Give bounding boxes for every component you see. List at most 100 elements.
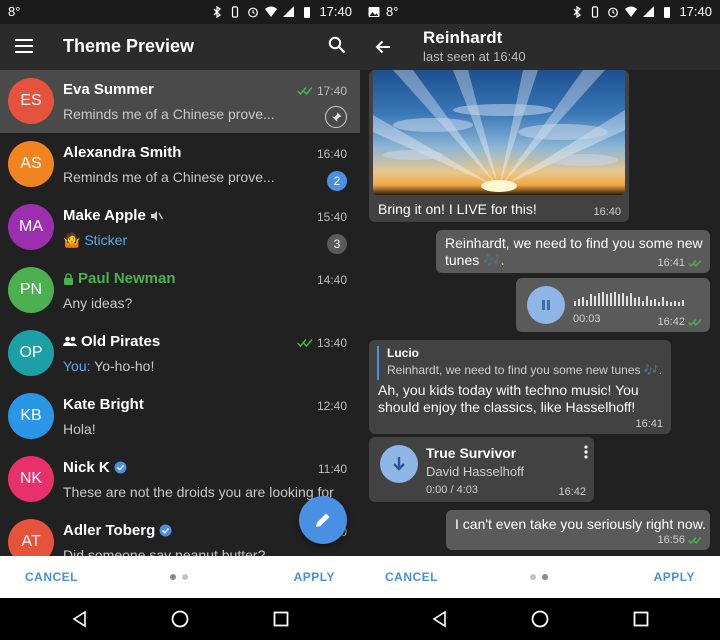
avatar-initials: KB	[20, 407, 42, 424]
avatar[interactable]: MA	[8, 204, 54, 250]
voice-message[interactable]: 00:03 16:42	[516, 278, 710, 332]
search-icon[interactable]	[328, 36, 346, 54]
chat-row[interactable]: KB Kate Bright 12:40 Hola!	[0, 385, 360, 448]
chat-name-wrap: Kate Bright	[63, 396, 144, 413]
double-check-icon	[688, 259, 702, 267]
photo-caption: Bring it on! I LIVE for this!	[378, 201, 537, 217]
avatar[interactable]: OP	[8, 330, 54, 376]
reply-message[interactable]: Lucio Reinhardt, we need to find you som…	[369, 340, 671, 434]
music-progress: 0:00 / 4:03	[426, 484, 478, 496]
avatar[interactable]: KB	[8, 393, 54, 439]
chat-time: 11:40	[317, 462, 347, 476]
photo-message[interactable]: Bring it on! I LIVE for this! 16:40	[369, 70, 629, 222]
page-dot-1	[530, 574, 536, 580]
chat-row[interactable]: OP Old Pirates 13:40 You: Yo-ho-ho!	[0, 322, 360, 385]
outgoing-message[interactable]: Reinhardt, we need to find you some new …	[436, 230, 710, 273]
vibrate-icon	[232, 5, 239, 18]
back-arrow-icon[interactable]	[374, 38, 392, 56]
avatar-initials: AS	[20, 155, 42, 172]
double-check-icon	[296, 87, 313, 96]
message-list: Bring it on! I LIVE for this! 16:40 Rein…	[360, 70, 720, 556]
recents-nav-icon[interactable]	[271, 609, 291, 629]
apply-button[interactable]: APPLY	[654, 570, 695, 584]
wifi-icon	[265, 6, 278, 17]
chat-row[interactable]: AS Alexandra Smith 16:40 Reminds me of a Ch…	[0, 133, 360, 196]
chat-name-wrap: Adler Toberg	[63, 522, 172, 539]
message-time: 16:42	[657, 316, 685, 328]
pause-button[interactable]	[527, 286, 565, 324]
chat-time-wrap: 11:40	[318, 462, 347, 476]
chat-preview: Any ideas?	[63, 295, 133, 311]
verified-icon	[114, 461, 127, 474]
hamburger-menu-icon[interactable]	[15, 39, 33, 53]
double-check-icon	[688, 536, 702, 544]
chat-name: Nick K	[63, 459, 110, 476]
chat-preview-wrap: You: Yo-ho-ho!	[63, 358, 348, 374]
chat-row[interactable]: ES Eva Summer 17:40 Reminds me of a Chinese…	[0, 70, 360, 133]
status-bar: 8° 17:40	[360, 0, 720, 24]
avatar[interactable]: AT	[8, 519, 54, 556]
chat-name: Alexandra Smith	[63, 144, 182, 161]
chat-name-wrap: Nick K	[63, 459, 127, 476]
chat-time: 17:40	[316, 84, 347, 98]
sunset-photo[interactable]	[373, 70, 625, 195]
compose-button[interactable]	[299, 496, 347, 544]
page-indicator	[530, 574, 548, 580]
avatar[interactable]: ES	[8, 78, 54, 124]
chat-time-wrap: 13:40	[296, 336, 347, 350]
avatar[interactable]: PN	[8, 267, 54, 313]
message-text: Ah, you kids today with techno music! Yo…	[378, 382, 639, 415]
system-nav-bar	[360, 598, 720, 640]
status-clock: 17:40	[319, 4, 352, 19]
double-check-icon	[688, 318, 702, 326]
chat-preview-wrap: Did someone say peanut butter?	[63, 547, 348, 556]
recents-nav-icon[interactable]	[631, 609, 651, 629]
page-indicator	[170, 574, 188, 580]
chat-preview: Sticker	[84, 232, 128, 248]
page-dot-2	[542, 574, 548, 580]
avatar-initials: OP	[19, 344, 43, 361]
message-text: I can't even take you seriously right no…	[455, 516, 706, 532]
chat-header: Reinhardt last seen at 16:40	[360, 24, 720, 70]
message-time: 16:41	[635, 418, 663, 430]
bluetooth-icon	[213, 5, 222, 18]
more-vert-icon[interactable]	[584, 445, 588, 459]
cancel-button[interactable]: CANCEL	[385, 570, 438, 584]
chat-title[interactable]: Reinhardt	[423, 28, 502, 48]
unread-count: 2	[333, 174, 341, 188]
home-nav-icon[interactable]	[170, 609, 190, 629]
home-nav-icon[interactable]	[530, 609, 550, 629]
bluetooth-icon	[573, 5, 582, 18]
chat-time: 12:40	[316, 399, 347, 413]
verified-icon	[159, 524, 172, 537]
alarm-icon	[248, 7, 259, 17]
group-icon	[63, 336, 77, 346]
chat-row[interactable]: PN Paul Newman 14:40 Any ideas?	[0, 259, 360, 322]
music-message[interactable]: True Survivor David Hasselhoff 0:00 / 4:…	[369, 437, 594, 502]
back-nav-icon[interactable]	[430, 609, 450, 629]
chat-time: 16:40	[316, 147, 347, 161]
status-bar: 8° 17:40	[0, 0, 360, 24]
chat-time: 15:40	[316, 210, 347, 224]
download-button[interactable]	[380, 445, 418, 483]
outgoing-message[interactable]: I can't even take you seriously right no…	[446, 510, 710, 550]
chat-time-wrap: 15:40	[317, 210, 347, 224]
bottom-action-bar: CANCEL APPLY	[360, 556, 720, 598]
chat-row[interactable]: MA Make Apple 15:40 🤷 Sticker 3	[0, 196, 360, 259]
avatar-initials: ES	[20, 92, 42, 109]
chat-preview-wrap: Reminds me of a Chinese prove...	[63, 169, 348, 185]
avatar[interactable]: AS	[8, 141, 54, 187]
chat-preview-wrap: Any ideas?	[63, 295, 348, 311]
avatar[interactable]: NK	[8, 456, 54, 502]
apply-button[interactable]: APPLY	[294, 570, 335, 584]
avatar-initials: AT	[21, 533, 41, 550]
app-bar: Theme Preview	[0, 24, 360, 70]
lock-icon	[64, 272, 73, 285]
avatar-initials: PN	[19, 281, 43, 298]
chat-time-wrap: 16:40	[317, 147, 347, 161]
cancel-button[interactable]: CANCEL	[25, 570, 78, 584]
last-seen-status: last seen at 16:40	[423, 49, 526, 64]
pause-icon	[542, 300, 550, 310]
back-nav-icon[interactable]	[70, 609, 90, 629]
pencil-icon	[316, 513, 330, 527]
